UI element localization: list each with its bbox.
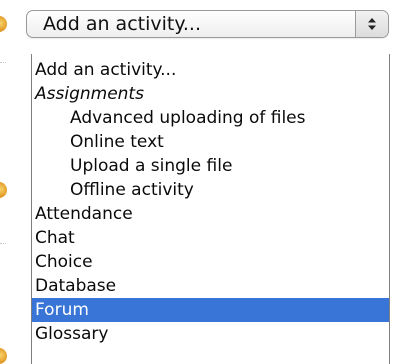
menu-item-chat[interactable]: Chat xyxy=(32,226,389,250)
menu-item-glossary[interactable]: Glossary xyxy=(32,322,389,346)
page: Add an activity... Add an activity... As… xyxy=(0,0,401,364)
select-stepper[interactable] xyxy=(355,11,388,37)
activity-icon xyxy=(0,16,7,32)
menu-item-choice[interactable]: Choice xyxy=(32,250,389,274)
activity-icon xyxy=(0,348,7,364)
menu-group-assignments: Assignments xyxy=(35,84,144,104)
select-value: Add an activity... xyxy=(43,13,201,35)
up-down-arrows-icon xyxy=(368,18,376,30)
menu-item-online-text[interactable]: Online text xyxy=(32,130,389,154)
add-activity-select[interactable]: Add an activity... xyxy=(26,10,389,38)
menu-item-offline-activity[interactable]: Offline activity xyxy=(32,178,389,202)
menu-item-add-activity[interactable]: Add an activity... xyxy=(32,58,389,82)
divider xyxy=(0,62,6,64)
menu-item-upload-single-file[interactable]: Upload a single file xyxy=(32,154,389,178)
menu-item-advanced-uploading[interactable]: Advanced uploading of files xyxy=(32,106,389,130)
menu-item-database[interactable]: Database xyxy=(32,274,389,298)
menu-item-forum[interactable]: Forum xyxy=(32,298,389,322)
activity-icon xyxy=(0,182,7,198)
divider xyxy=(0,243,6,245)
activity-dropdown[interactable]: Add an activity... Assignments Advanced … xyxy=(31,54,390,364)
menu-item-attendance[interactable]: Attendance xyxy=(32,202,389,226)
